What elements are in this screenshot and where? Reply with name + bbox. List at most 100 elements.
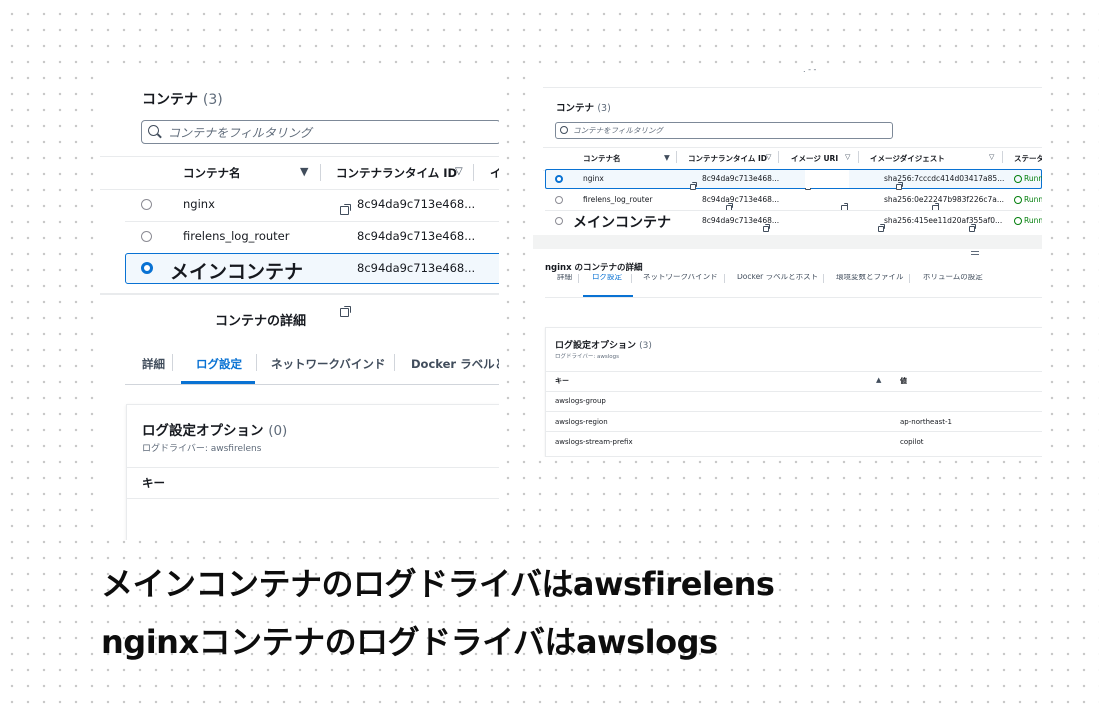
col-image[interactable]: イ	[490, 165, 499, 181]
tab-env-files[interactable]: 環境変数とファイル	[836, 274, 904, 282]
log-value: copilot	[900, 438, 924, 446]
container-name: firelens_log_router	[183, 229, 290, 243]
tab-divider	[578, 274, 579, 283]
column-divider	[320, 164, 321, 181]
container-name: nginx	[583, 174, 604, 183]
search-icon	[560, 126, 568, 134]
copy-icon[interactable]	[340, 204, 351, 215]
container-details-title: コンテナの詳細	[215, 314, 307, 329]
col-image-uri[interactable]: イメージ URI	[791, 153, 838, 164]
image-uri-blank	[805, 170, 849, 188]
copy-icon[interactable]	[841, 203, 849, 212]
sort-down-icon[interactable]: ▼	[300, 165, 308, 178]
col-runtime-id[interactable]: コンテナランタイム ID	[688, 153, 767, 164]
log-options-title: ログ設定オプション	[555, 341, 637, 351]
sort-icon[interactable]: ▽	[989, 153, 994, 161]
drag-handle[interactable]	[971, 251, 979, 252]
filter-placeholder: コンテナをフィルタリング	[168, 126, 312, 140]
log-driver: ログドライバー: awslogs	[555, 354, 619, 360]
sort-up-icon[interactable]: ▲	[876, 376, 881, 384]
copy-icon[interactable]	[877, 224, 885, 233]
image-digest: sha256:7cccdc414d03417a85...	[884, 174, 1005, 183]
tab-details[interactable]: 詳細	[557, 274, 572, 282]
row-divider	[125, 221, 499, 222]
copy-icon[interactable]	[690, 182, 697, 191]
sort-icon[interactable]: ▽	[845, 153, 850, 161]
row-divider	[545, 210, 1042, 211]
status: Runni	[1024, 174, 1042, 183]
caption-awslogs: nginxコンテナのログドライバはawslogs	[101, 623, 718, 661]
sort-down-icon[interactable]: ▼	[664, 153, 670, 162]
containers-title: コンテナ	[142, 92, 198, 108]
containers-count: (3)	[202, 92, 223, 108]
tabs-clipped: 詳細 ログ設定 ネットワークバインド Docker ラベルとホスト 環境変数とフ…	[533, 274, 1042, 286]
top-separator	[543, 87, 1042, 88]
runtime-id: 8c94da9c713e468...	[702, 216, 780, 225]
row-radio-selected[interactable]	[555, 175, 563, 183]
copy-icon[interactable]	[340, 306, 351, 317]
tab-log-settings[interactable]: ログ設定	[196, 356, 242, 372]
tab-divider	[909, 274, 910, 283]
copy-icon[interactable]	[968, 224, 976, 233]
log-options-count: (0)	[268, 423, 288, 439]
col-container-name[interactable]: コンテナ名	[183, 165, 241, 181]
log-key: awslogs-region	[555, 418, 608, 426]
row-radio[interactable]	[555, 196, 563, 204]
copy-icon[interactable]	[896, 182, 904, 191]
log-key: awslogs-group	[555, 397, 606, 405]
column-divider	[778, 151, 779, 163]
tabs-baseline	[125, 384, 499, 385]
column-divider	[1002, 151, 1003, 163]
tab-docker-labels[interactable]: Docker ラベルとホスト	[737, 274, 818, 282]
key-header: キー	[555, 377, 569, 385]
left-screenshot: コンテナ (3) コンテナをフィルタリング コンテナ名 ▼ コンテナランタイム …	[100, 69, 499, 540]
tab-log-settings[interactable]: ログ設定	[592, 274, 622, 282]
tab-divider	[724, 274, 725, 283]
log-options-header: ログ設定オプション (0)	[142, 419, 287, 439]
row-radio[interactable]	[141, 231, 152, 242]
tab-divider	[394, 354, 395, 371]
containers-header: コンテナ (3)	[142, 89, 223, 109]
row-radio[interactable]	[555, 217, 563, 225]
col-image-digest[interactable]: イメージダイジェスト	[870, 153, 945, 164]
col-container-name[interactable]: コンテナ名	[583, 153, 621, 164]
containers-count: (3)	[597, 103, 611, 114]
runtime-id: 8c94da9c713e468...	[702, 195, 780, 204]
row-radio[interactable]	[141, 199, 152, 210]
key-header: キー	[142, 476, 165, 490]
log-options-header: ログ設定オプション (3)	[555, 338, 652, 351]
copy-icon[interactable]	[762, 224, 770, 233]
col-status[interactable]: ステータ	[1014, 153, 1042, 164]
sort-icon[interactable]: ▽	[455, 166, 463, 177]
runtime-id: 8c94da9c713e468...	[357, 229, 476, 243]
tab-network-binding[interactable]: ネットワークバインド	[271, 356, 385, 372]
copy-icon[interactable]	[726, 203, 734, 212]
tab-docker-labels[interactable]: Docker ラベルとホ	[411, 356, 499, 372]
tab-divider	[172, 354, 173, 371]
tab-divider	[256, 354, 257, 371]
container-name: メインコンテナ	[170, 261, 304, 283]
section-gap	[100, 293, 499, 295]
success-icon	[1014, 175, 1022, 183]
container-name: firelens_log_router	[583, 195, 653, 204]
copy-icon[interactable]	[932, 203, 940, 212]
kv-header-bar	[546, 371, 1042, 392]
split-gap	[533, 235, 1042, 249]
tab-network-binding[interactable]: ネットワークバインド	[643, 274, 718, 282]
row-radio-selected[interactable]	[141, 262, 153, 274]
sort-icon[interactable]: ▽	[766, 153, 771, 161]
status: Runni	[1024, 216, 1042, 225]
container-name: nginx	[183, 197, 215, 211]
tab-details[interactable]: 詳細	[142, 356, 165, 372]
column-divider	[858, 151, 859, 163]
tab-divider	[823, 274, 824, 283]
success-icon	[1014, 196, 1022, 204]
col-runtime-id[interactable]: コンテナランタイム ID	[336, 165, 457, 181]
tab-volumes[interactable]: ボリュームの設定	[923, 274, 983, 282]
row-divider	[546, 431, 1042, 432]
container-details-title: nginx のコンテナの詳細	[545, 263, 643, 273]
tab-divider	[631, 274, 632, 283]
caption-firelens: メインコンテナのログドライバはawsfirelens	[101, 565, 775, 603]
containers-header: コンテナ (3)	[556, 100, 611, 114]
success-icon	[1014, 217, 1022, 225]
